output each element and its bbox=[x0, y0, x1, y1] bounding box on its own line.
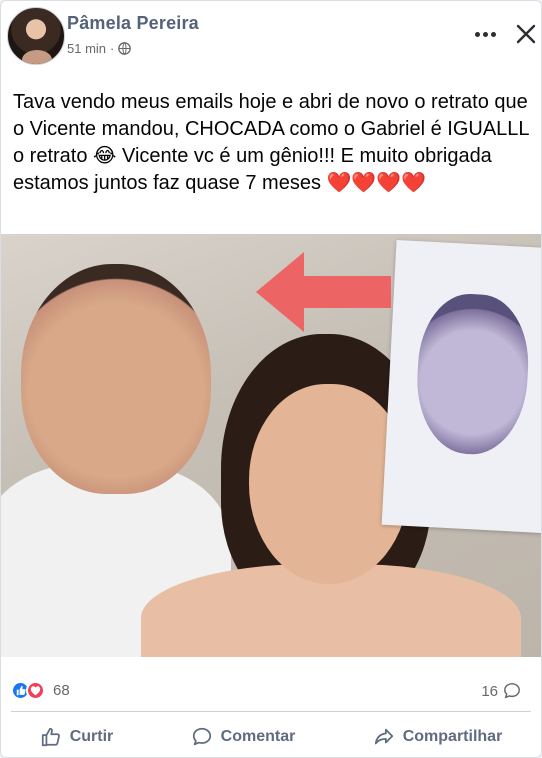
sketch-face bbox=[413, 291, 532, 457]
red-arrow-icon bbox=[256, 252, 391, 332]
share-button[interactable]: Compartilhar bbox=[363, 720, 513, 754]
post-card: Pâmela Pereira 51 min · Tava vendo meus … bbox=[0, 0, 542, 758]
comment-bubble-icon bbox=[504, 683, 520, 699]
reactions-summary[interactable]: 68 bbox=[11, 681, 70, 700]
close-button[interactable] bbox=[513, 21, 539, 47]
globe-icon[interactable] bbox=[118, 42, 132, 55]
photo-sketch-portrait bbox=[381, 240, 541, 533]
meta-separator: · bbox=[110, 41, 115, 56]
post-stats: 68 16 bbox=[1, 673, 541, 709]
author-avatar[interactable] bbox=[7, 7, 65, 65]
more-horizontal-icon bbox=[475, 32, 480, 37]
thumbs-up-icon bbox=[41, 727, 60, 747]
like-button[interactable]: Curtir bbox=[30, 720, 124, 754]
post-photo[interactable] bbox=[1, 234, 541, 657]
love-icon bbox=[26, 681, 45, 700]
comments-count: 16 bbox=[481, 682, 498, 700]
post-time[interactable]: 51 min bbox=[67, 41, 106, 56]
author-name[interactable]: Pâmela Pereira bbox=[67, 13, 199, 34]
post-header: Pâmela Pereira 51 min · bbox=[1, 1, 541, 73]
like-button-label: Curtir bbox=[69, 728, 114, 745]
share-button-label: Compartilhar bbox=[402, 728, 503, 745]
post-text: Tava vendo meus emails hoje e abri de no… bbox=[13, 91, 535, 194]
photo-man-head bbox=[21, 264, 211, 494]
comment-button-label: Comentar bbox=[220, 728, 296, 745]
share-icon bbox=[374, 728, 393, 745]
comments-summary[interactable]: 16 bbox=[481, 682, 521, 700]
actions-divider bbox=[11, 711, 531, 712]
post-meta: 51 min · bbox=[67, 41, 132, 56]
reactions-count: 68 bbox=[53, 682, 70, 699]
comment-button[interactable]: Comentar bbox=[181, 720, 306, 754]
post-actions: Curtir Comentar Compartilhar bbox=[1, 717, 541, 757]
more-options-button[interactable] bbox=[471, 23, 501, 45]
close-icon bbox=[516, 24, 536, 44]
comment-icon bbox=[192, 727, 211, 746]
